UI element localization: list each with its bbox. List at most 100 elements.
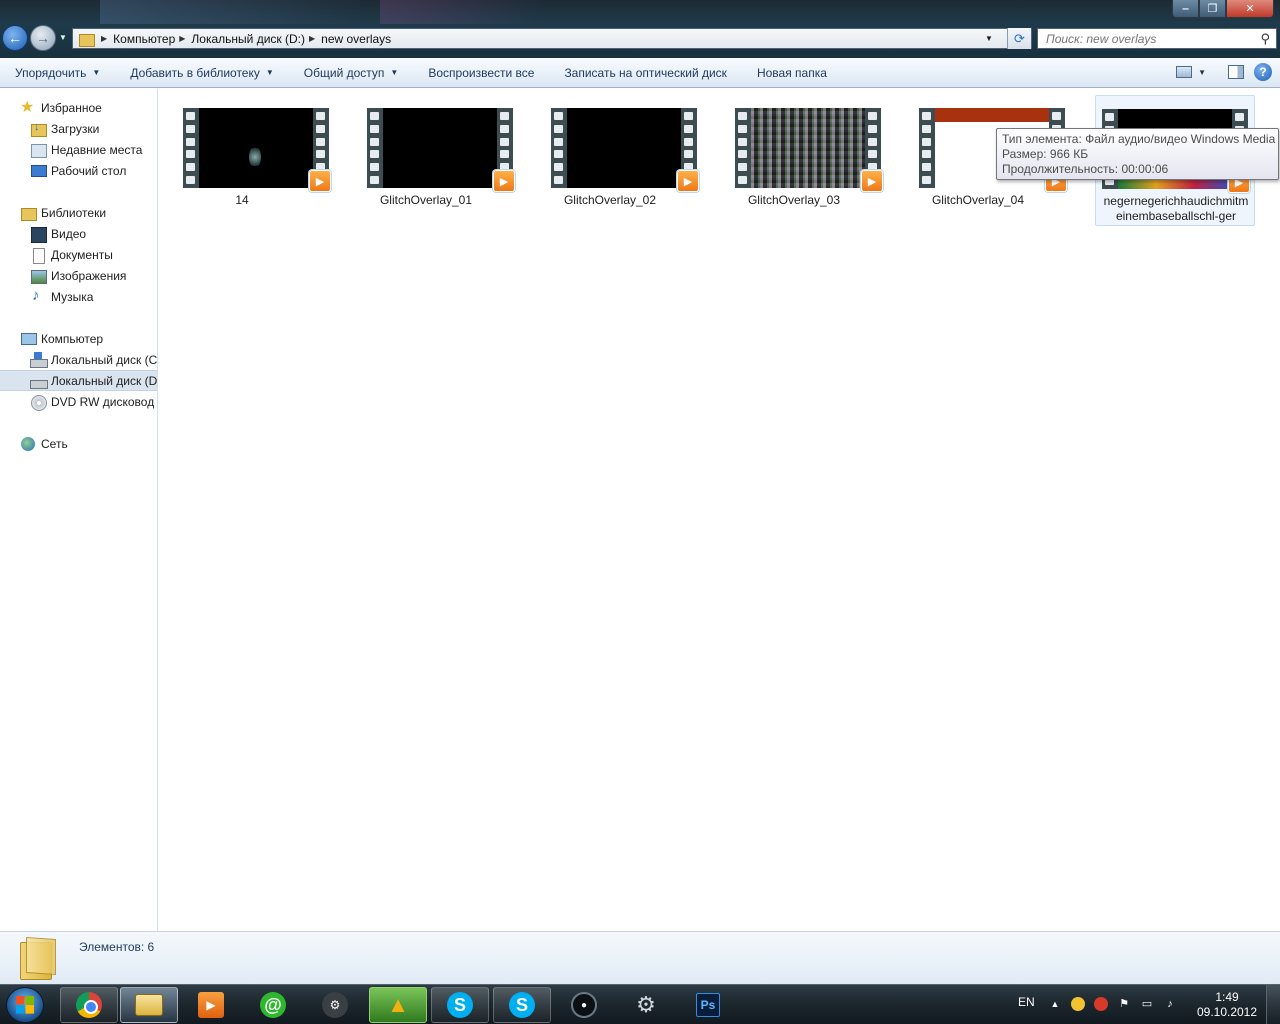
add-to-library-button[interactable]: Добавить в библиотеку ▼ bbox=[115, 58, 288, 88]
breadcrumb-new-overlays[interactable]: new overlays bbox=[321, 32, 391, 46]
file-tile[interactable]: ▶ 14 bbox=[162, 89, 331, 227]
forward-button[interactable]: → bbox=[30, 25, 56, 51]
show-hidden-icons-icon[interactable]: ▲ bbox=[1048, 997, 1062, 1011]
folder-icon bbox=[20, 938, 56, 980]
address-history-dropdown[interactable]: ▼ bbox=[981, 29, 997, 48]
burn-button[interactable]: Записать на оптический диск bbox=[549, 58, 742, 88]
command-bar-right: ▼ ? bbox=[1176, 63, 1272, 81]
tooltip-type: Тип элемента: Файл аудио/видео Windows M… bbox=[1002, 132, 1276, 146]
nav-item-drive-d[interactable]: Локальный диск (D bbox=[0, 370, 157, 391]
organize-label: Упорядочить bbox=[15, 65, 87, 80]
webcam-icon: ● bbox=[571, 992, 597, 1018]
nav-item-label: Музыка bbox=[51, 289, 94, 304]
taskbar-webcam[interactable]: ● bbox=[555, 987, 613, 1023]
nav-network[interactable]: Сеть bbox=[0, 433, 157, 454]
tooltip-duration: Продолжительность: 00:00:06 bbox=[1002, 162, 1169, 176]
back-button[interactable]: ← bbox=[2, 25, 28, 51]
breadcrumb-separator-icon[interactable]: ▶ bbox=[309, 34, 315, 43]
language-indicator[interactable]: EN bbox=[1018, 995, 1035, 1009]
search-input[interactable] bbox=[1046, 31, 1246, 46]
media-play-badge-icon: ▶ bbox=[493, 170, 515, 192]
play-all-button[interactable]: Воспроизвести все bbox=[413, 58, 549, 88]
chevron-down-icon: ▼ bbox=[92, 68, 101, 77]
change-view-icon[interactable] bbox=[1176, 66, 1193, 78]
star-icon bbox=[20, 97, 36, 117]
taskbar-photoshop[interactable]: Ps bbox=[679, 987, 737, 1023]
new-folder-button[interactable]: Новая папка bbox=[742, 58, 842, 88]
action-center-icon[interactable]: ⚑ bbox=[1117, 997, 1131, 1011]
file-tile[interactable]: ▶ GlitchOverlay_02 bbox=[530, 89, 699, 227]
preview-pane-icon[interactable] bbox=[1228, 65, 1244, 79]
network-tray-icon[interactable]: ▭ bbox=[1140, 997, 1154, 1011]
chevron-down-icon[interactable]: ▼ bbox=[1198, 68, 1206, 77]
taskbar-steam[interactable]: ⚙ bbox=[306, 987, 364, 1023]
skype-icon: S bbox=[509, 992, 535, 1018]
film-strip-icon bbox=[922, 112, 932, 184]
nav-item-dvd-drive[interactable]: DVD RW дисковод ( bbox=[0, 391, 157, 412]
taskbar-aimp[interactable]: ▲ bbox=[369, 987, 427, 1023]
breadcrumb-drive-d[interactable]: Локальный диск (D:) bbox=[191, 32, 305, 46]
video-thumbnail: ▶ bbox=[551, 108, 699, 192]
taskbar-explorer[interactable] bbox=[120, 987, 178, 1023]
nav-item-desktop[interactable]: Рабочий стол bbox=[0, 160, 157, 181]
taskbar-skype[interactable]: S bbox=[431, 987, 489, 1023]
nav-item-recent-places[interactable]: Недавние места bbox=[0, 139, 157, 160]
chrome-icon bbox=[76, 992, 102, 1018]
nav-libraries-label: Библиотеки bbox=[41, 205, 107, 220]
file-list[interactable]: ▶ 14 ▶ GlitchOverlay_01 ▶ GlitchOverlay_… bbox=[159, 89, 1280, 931]
help-icon[interactable]: ? bbox=[1254, 63, 1272, 81]
show-desktop-button[interactable] bbox=[1266, 985, 1280, 1024]
taskbar-chrome[interactable] bbox=[60, 987, 118, 1023]
taskbar-skype-2[interactable]: S bbox=[493, 987, 551, 1023]
nav-computer[interactable]: Компьютер bbox=[0, 328, 157, 349]
tray-app-icon[interactable] bbox=[1071, 997, 1085, 1011]
film-strip-icon bbox=[738, 112, 748, 184]
nav-item-label: Недавние места bbox=[51, 142, 143, 157]
nav-favorites[interactable]: Избранное bbox=[0, 97, 157, 118]
start-button[interactable] bbox=[6, 987, 44, 1023]
nav-item-drive-c[interactable]: Локальный диск (C bbox=[0, 349, 158, 370]
video-thumbnail: ▶ bbox=[367, 108, 515, 192]
file-tile[interactable]: ▶ GlitchOverlay_03 bbox=[714, 89, 883, 227]
nav-item-documents[interactable]: Документы bbox=[0, 244, 157, 265]
nav-item-downloads[interactable]: Загрузки bbox=[0, 118, 157, 139]
nav-item-label: Изображения bbox=[51, 268, 127, 283]
desktop-icon bbox=[30, 163, 47, 179]
nav-item-music[interactable]: Музыка bbox=[0, 286, 157, 307]
volume-icon[interactable]: ♪ bbox=[1163, 997, 1177, 1011]
settings-icon: ⚙ bbox=[636, 992, 656, 1017]
nav-item-pictures[interactable]: Изображения bbox=[0, 265, 157, 286]
nav-libraries[interactable]: Библиотеки bbox=[0, 202, 157, 223]
share-button[interactable]: Общий доступ ▼ bbox=[289, 58, 414, 88]
recent-pages-dropdown[interactable]: ▼ bbox=[59, 33, 67, 42]
maximize-button[interactable]: ❐ bbox=[1199, 0, 1226, 18]
forward-arrow-icon: → bbox=[36, 30, 50, 46]
address-bar[interactable]: ▶ Компьютер ▶ Локальный диск (D:) ▶ new … bbox=[72, 28, 1032, 49]
nav-item-videos[interactable]: Видео bbox=[0, 223, 157, 244]
downloads-folder-icon bbox=[30, 121, 47, 137]
tooltip-size: Размер: 966 КБ bbox=[1002, 147, 1089, 161]
taskbar-mail-agent[interactable]: @ bbox=[244, 987, 302, 1023]
tray-app-icon[interactable] bbox=[1094, 997, 1108, 1011]
taskbar-media-player[interactable]: ▶ bbox=[182, 987, 240, 1023]
search-box[interactable]: ⚲ bbox=[1037, 28, 1277, 49]
file-tile[interactable]: ▶ GlitchOverlay_01 bbox=[346, 89, 515, 227]
search-icon[interactable]: ⚲ bbox=[1260, 31, 1270, 47]
refresh-button[interactable]: ⟳ bbox=[1007, 28, 1031, 49]
organize-button[interactable]: Упорядочить ▼ bbox=[0, 58, 115, 88]
aero-glass-reflection bbox=[100, 0, 360, 24]
nav-item-label: Локальный диск (C bbox=[51, 352, 158, 367]
skype-icon: S bbox=[447, 992, 473, 1018]
media-play-badge-icon: ▶ bbox=[677, 170, 699, 192]
refresh-icon: ⟳ bbox=[1014, 30, 1025, 46]
minimize-button[interactable]: ‒ bbox=[1172, 0, 1199, 18]
nav-item-label: Рабочий стол bbox=[51, 163, 127, 178]
nav-network-label: Сеть bbox=[41, 436, 68, 451]
file-name: GlitchOverlay_02 bbox=[563, 193, 657, 207]
breadcrumb-separator-icon[interactable]: ▶ bbox=[101, 34, 107, 43]
taskbar-settings[interactable]: ⚙ bbox=[617, 987, 675, 1023]
clock[interactable]: 1:49 09.10.2012 bbox=[1194, 990, 1260, 1020]
breadcrumb-separator-icon[interactable]: ▶ bbox=[179, 34, 185, 43]
breadcrumb-computer[interactable]: Компьютер bbox=[113, 32, 175, 46]
close-button[interactable]: ✕ bbox=[1226, 0, 1274, 18]
